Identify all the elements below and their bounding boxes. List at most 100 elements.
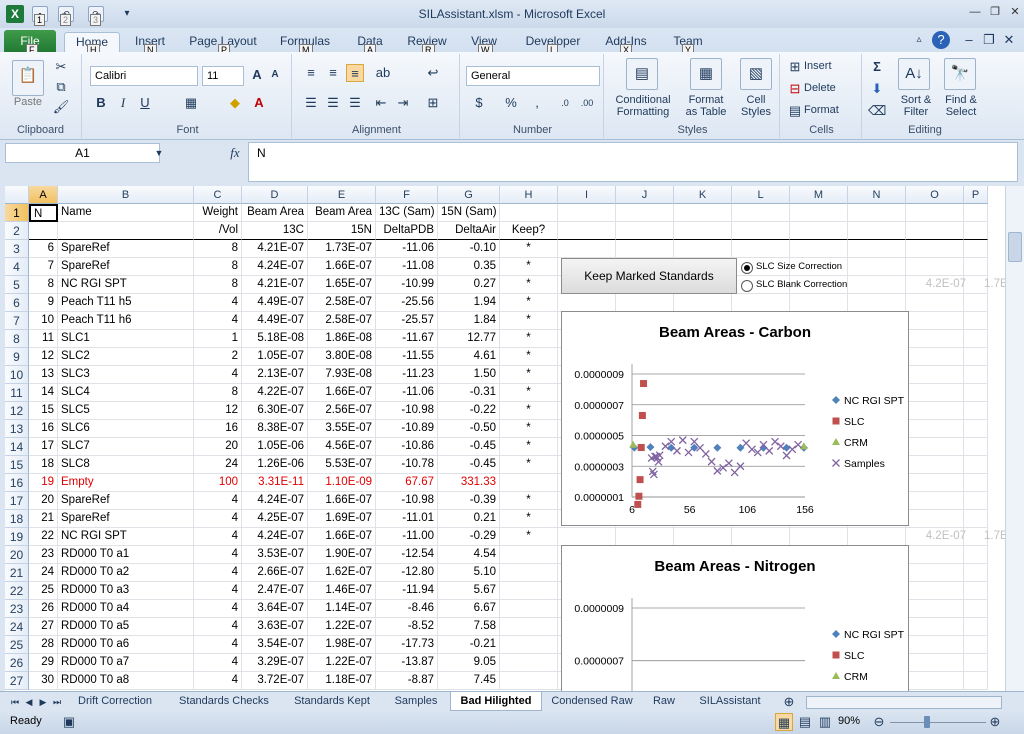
cell[interactable] <box>848 258 906 276</box>
cell[interactable] <box>790 294 848 312</box>
cell[interactable] <box>906 636 964 654</box>
cell[interactable]: Peach T11 h5 <box>58 294 194 312</box>
cell[interactable]: 8 <box>194 258 242 276</box>
cell[interactable]: 1.65E-07 <box>308 276 376 294</box>
cell[interactable]: 11 <box>29 330 58 348</box>
cell[interactable] <box>500 636 558 654</box>
formula-input[interactable]: N <box>248 142 1018 182</box>
cell[interactable]: 4 <box>194 654 242 672</box>
cell[interactable]: 13C <box>242 222 308 240</box>
cell[interactable] <box>500 600 558 618</box>
zoom-out-icon[interactable]: ⊖ <box>870 713 888 731</box>
paste-icon[interactable]: 📋 <box>12 60 44 96</box>
cell[interactable]: 4 <box>194 312 242 330</box>
sheet-tab-standards-checks[interactable]: Standards Checks <box>170 692 278 711</box>
cell[interactable]: 1.73E-07 <box>308 240 376 258</box>
cell[interactable]: -17.73 <box>376 636 438 654</box>
cell[interactable] <box>500 546 558 564</box>
cell[interactable]: 0.27 <box>438 276 500 294</box>
copy-icon[interactable]: ⧉ <box>52 78 70 96</box>
cell[interactable]: 8 <box>29 276 58 294</box>
cell[interactable]: * <box>500 330 558 348</box>
cell[interactable]: -10.78 <box>376 456 438 474</box>
cell[interactable]: RD000 T0 a4 <box>58 600 194 618</box>
align-center-icon[interactable]: ☰ <box>324 94 342 112</box>
cell[interactable] <box>558 240 616 258</box>
column-header-o[interactable]: O <box>906 186 964 204</box>
cell[interactable] <box>906 312 964 330</box>
insert-cells-button[interactable]: Insert <box>804 60 832 72</box>
last-sheet-icon[interactable]: ⏭ <box>48 693 66 711</box>
cell[interactable] <box>964 438 988 456</box>
cell[interactable]: 29 <box>29 654 58 672</box>
cell[interactable] <box>732 240 790 258</box>
column-header-a[interactable]: A <box>29 186 58 204</box>
row-header[interactable]: 9 <box>5 348 29 366</box>
sort-filter-icon[interactable]: A↓ <box>898 58 930 90</box>
cell[interactable]: 4.22E-07 <box>242 384 308 402</box>
cell[interactable]: 13 <box>29 366 58 384</box>
cell[interactable]: 2.58E-07 <box>308 312 376 330</box>
cell[interactable] <box>906 258 964 276</box>
workbook-restore-icon[interactable]: ❐ <box>980 31 998 49</box>
cell[interactable] <box>558 222 616 240</box>
cell[interactable] <box>848 528 906 546</box>
cell[interactable]: RD000 T0 a6 <box>58 636 194 654</box>
cell[interactable]: 1.94 <box>438 294 500 312</box>
cell[interactable]: RD000 T0 a5 <box>58 618 194 636</box>
borders-icon[interactable]: ▦ <box>182 94 200 112</box>
cell[interactable]: 30 <box>29 672 58 690</box>
cell[interactable]: -10.99 <box>376 276 438 294</box>
cell[interactable]: /Vol <box>194 222 242 240</box>
cell[interactable]: 1.46E-07 <box>308 582 376 600</box>
name-box-dropdown-icon[interactable]: ▼ <box>150 144 168 162</box>
cell[interactable]: 18 <box>29 456 58 474</box>
cell[interactable] <box>964 456 988 474</box>
fill-color-icon[interactable]: ◆ <box>226 94 244 112</box>
cell[interactable]: 3.29E-07 <box>242 654 308 672</box>
cell[interactable]: 67.67 <box>376 474 438 492</box>
cell[interactable]: 2.47E-07 <box>242 582 308 600</box>
minimize-icon[interactable]: — <box>965 5 985 21</box>
cell[interactable] <box>732 294 790 312</box>
cell[interactable]: 1 <box>194 330 242 348</box>
cell[interactable]: 4 <box>194 294 242 312</box>
cell[interactable]: 15N <box>308 222 376 240</box>
cell[interactable] <box>906 564 964 582</box>
cell[interactable]: 16 <box>194 420 242 438</box>
cell[interactable] <box>906 330 964 348</box>
sheet-tab-silassistant[interactable]: SILAssistant <box>690 692 770 711</box>
cell[interactable] <box>906 348 964 366</box>
cell[interactable]: SLC6 <box>58 420 194 438</box>
percent-icon[interactable]: % <box>502 94 520 112</box>
cell[interactable] <box>848 222 906 240</box>
row-header[interactable]: 15 <box>5 456 29 474</box>
cell[interactable]: 20 <box>194 438 242 456</box>
cell[interactable] <box>616 294 674 312</box>
increase-decimal-icon[interactable]: .0 <box>556 94 574 112</box>
row-header[interactable]: 27 <box>5 672 29 690</box>
cell[interactable]: * <box>500 384 558 402</box>
cell[interactable]: 2 <box>194 348 242 366</box>
cell[interactable]: 23 <box>29 546 58 564</box>
cell[interactable]: 1.66E-07 <box>308 528 376 546</box>
cell[interactable]: SpareRef <box>58 492 194 510</box>
shrink-font-icon[interactable]: A <box>266 66 284 84</box>
row-header[interactable]: 11 <box>5 384 29 402</box>
sheet-tab-standards-kept[interactable]: Standards Kept <box>286 692 378 711</box>
cell[interactable]: -8.46 <box>376 600 438 618</box>
cell[interactable]: 4.25E-07 <box>242 510 308 528</box>
cell[interactable] <box>616 222 674 240</box>
cell[interactable]: * <box>500 402 558 420</box>
cell[interactable] <box>906 438 964 456</box>
cell[interactable]: 1.84 <box>438 312 500 330</box>
cell[interactable]: SLC8 <box>58 456 194 474</box>
cell[interactable]: RD000 T0 a8 <box>58 672 194 690</box>
cell[interactable]: 10 <box>29 312 58 330</box>
cell[interactable] <box>790 240 848 258</box>
cell[interactable]: -11.55 <box>376 348 438 366</box>
column-header-e[interactable]: E <box>308 186 376 204</box>
sheet-tab-raw[interactable]: Raw <box>644 692 684 711</box>
cell[interactable] <box>964 312 988 330</box>
cell[interactable] <box>964 474 988 492</box>
